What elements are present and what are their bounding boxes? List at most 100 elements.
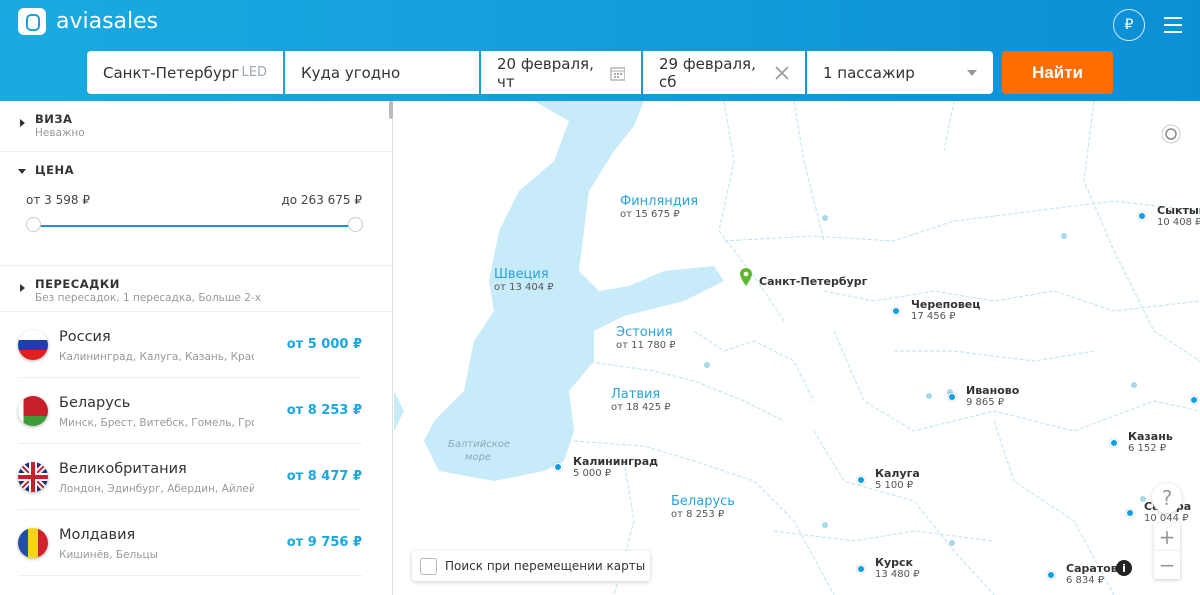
caret-right-icon: [20, 119, 25, 127]
filter-title[interactable]: ЦЕНА: [35, 163, 392, 177]
marker-price: 6 152 ₽: [1128, 443, 1167, 454]
map-background: [394, 101, 1200, 595]
search-on-move-checkbox[interactable]: Поиск при перемещении карты: [412, 551, 650, 581]
marker-price: от 18 425 ₽: [611, 402, 671, 413]
country-marker[interactable]: Эстония от 11 780 ₽: [616, 325, 676, 351]
city-dot[interactable]: [1190, 396, 1198, 404]
minor-city-dot[interactable]: [822, 215, 828, 221]
destination-input[interactable]: Куда угодно: [285, 51, 479, 94]
zoom-in-button[interactable]: +: [1154, 523, 1180, 551]
map[interactable]: Балтийское море Финляндия от 15 675 ₽ Шве…: [394, 101, 1200, 595]
destination-value: Куда угодно: [301, 63, 401, 82]
marker-price: 13 480 ₽: [875, 569, 920, 580]
minor-city-dot[interactable]: [704, 362, 710, 368]
minor-city-dot[interactable]: [926, 393, 932, 399]
marker-price: 10 408 ₽: [1157, 217, 1200, 228]
country-cities: Кишинёв, Бельцы: [59, 549, 158, 561]
city-marker[interactable]: Сыктывкар10 408 ₽: [1157, 204, 1200, 228]
country-item[interactable]: Великобритания Лондон, Эдинбург, Абердин…: [18, 444, 362, 510]
sidebar-scrollbar[interactable]: [389, 101, 393, 119]
city-dot[interactable]: [857, 476, 865, 484]
map-layers-icon[interactable]: [1161, 124, 1181, 144]
logo[interactable]: aviasales: [18, 8, 158, 35]
depart-date-input[interactable]: 20 февраля, чт: [481, 51, 641, 94]
zoom-out-button[interactable]: −: [1154, 551, 1180, 579]
city-marker[interactable]: Калуга 5 100 ₽: [875, 467, 920, 491]
checkbox[interactable]: [420, 557, 437, 575]
logo-icon: [18, 8, 46, 35]
city-dot[interactable]: [1138, 212, 1146, 220]
country-item[interactable]: Молдавия Кишинёв, Бельцы от 9 756 ₽: [18, 510, 362, 576]
origin-pin-icon[interactable]: [740, 268, 752, 286]
origin-input[interactable]: Санкт-Петербург LED: [87, 51, 283, 94]
filter-title: ВИЗА: [35, 112, 73, 126]
country-name: Россия: [59, 329, 111, 345]
minor-city-dot[interactable]: [1131, 382, 1137, 388]
country-price: от 8 477 ₽: [286, 469, 362, 484]
marker-name: Сыктывкар: [1157, 204, 1200, 217]
country-cities: Лондон, Эдинбург, Абердин, Айлей, Ан: [59, 483, 254, 495]
filter-price: ЦЕНА: [0, 152, 392, 266]
country-marker[interactable]: Финляндия от 15 675 ₽: [620, 194, 698, 220]
marker-name: Саратов: [1066, 562, 1118, 575]
city-marker[interactable]: Казань 6 152 ₽: [1128, 430, 1173, 454]
minor-city-dot[interactable]: [1061, 233, 1067, 239]
brand-name: aviasales: [56, 9, 159, 34]
city-marker[interactable]: Санкт-Петербург: [759, 275, 867, 288]
country-item[interactable]: Россия Калининград, Калуга, Казань, Крас…: [18, 312, 362, 378]
marker-name: Швеция: [494, 267, 549, 282]
city-marker[interactable]: Курск 13 480 ₽: [875, 556, 920, 580]
uk-flag-icon: [18, 462, 48, 492]
country-cities: Минск, Брест, Витебск, Гомель, Гродно: [59, 417, 254, 429]
minor-city-dot[interactable]: [822, 522, 828, 528]
city-dot[interactable]: [1047, 571, 1055, 579]
minor-city-dot[interactable]: [949, 540, 955, 546]
city-dot[interactable]: [1110, 439, 1118, 447]
filter-transfers[interactable]: ПЕРЕСАДКИ Без пересадок, 1 пересадка, Бол…: [0, 266, 392, 312]
help-button[interactable]: ?: [1152, 483, 1182, 513]
price-slider-max-handle[interactable]: [348, 217, 363, 232]
return-date-input[interactable]: 29 февраля, сб: [643, 51, 805, 94]
city-dot[interactable]: [1126, 509, 1134, 517]
filter-visa[interactable]: ВИЗА Неважно: [0, 101, 392, 152]
city-marker[interactable]: Саратов 6 834 ₽: [1066, 562, 1118, 586]
menu-icon[interactable]: [1164, 17, 1182, 38]
country-price: от 9 756 ₽: [286, 535, 362, 550]
filter-value: Без пересадок, 1 пересадка, Больше 2-х: [35, 292, 261, 304]
marker-price: от 11 780 ₽: [616, 340, 676, 351]
city-marker[interactable]: Череповец 17 456 ₽: [911, 298, 980, 322]
marker-name: Калининград: [573, 455, 659, 468]
marker-name: Казань: [1128, 430, 1173, 443]
clear-icon[interactable]: [775, 65, 789, 80]
city-dot[interactable]: [554, 463, 562, 471]
filter-title: ПЕРЕСАДКИ: [35, 277, 120, 291]
city-dot[interactable]: [857, 565, 865, 573]
info-icon[interactable]: i: [1116, 560, 1132, 576]
price-slider-track[interactable]: [33, 225, 355, 227]
marker-name: Латвия: [611, 387, 661, 402]
country-item[interactable]: Беларусь Минск, Брест, Витебск, Гомель, …: [18, 378, 362, 444]
country-name: Молдавия: [59, 527, 136, 543]
marker-price: 6 834 ₽: [1066, 575, 1105, 586]
marker-price: 5 000 ₽: [573, 468, 612, 479]
country-price: от 5 000 ₽: [286, 337, 362, 352]
city-marker[interactable]: Калининград 5 000 ₽: [573, 455, 658, 479]
marker-price: 17 456 ₽: [911, 311, 956, 322]
calendar-icon[interactable]: [610, 65, 625, 81]
country-marker[interactable]: Латвия от 18 425 ₽: [611, 387, 671, 413]
passengers-select[interactable]: 1 пассажир: [807, 51, 993, 94]
city-dot[interactable]: [948, 393, 956, 401]
currency-button[interactable]: ₽: [1113, 9, 1145, 41]
city-dot[interactable]: [892, 307, 900, 315]
marker-name: Эстония: [616, 325, 673, 340]
country-marker[interactable]: Швеция от 13 404 ₽: [494, 267, 554, 293]
country-marker[interactable]: Беларусь от 8 253 ₽: [671, 494, 735, 520]
chevron-down-icon: [967, 69, 977, 76]
checkbox-label: Поиск при перемещении карты: [445, 559, 646, 573]
price-slider-min-handle[interactable]: [26, 217, 41, 232]
find-button[interactable]: Найти: [1002, 51, 1113, 94]
marker-name: Череповец: [911, 298, 981, 311]
caret-right-icon: [20, 284, 25, 292]
caret-down-icon[interactable]: [18, 169, 26, 174]
city-marker[interactable]: Иваново 9 865 ₽: [966, 384, 1019, 408]
